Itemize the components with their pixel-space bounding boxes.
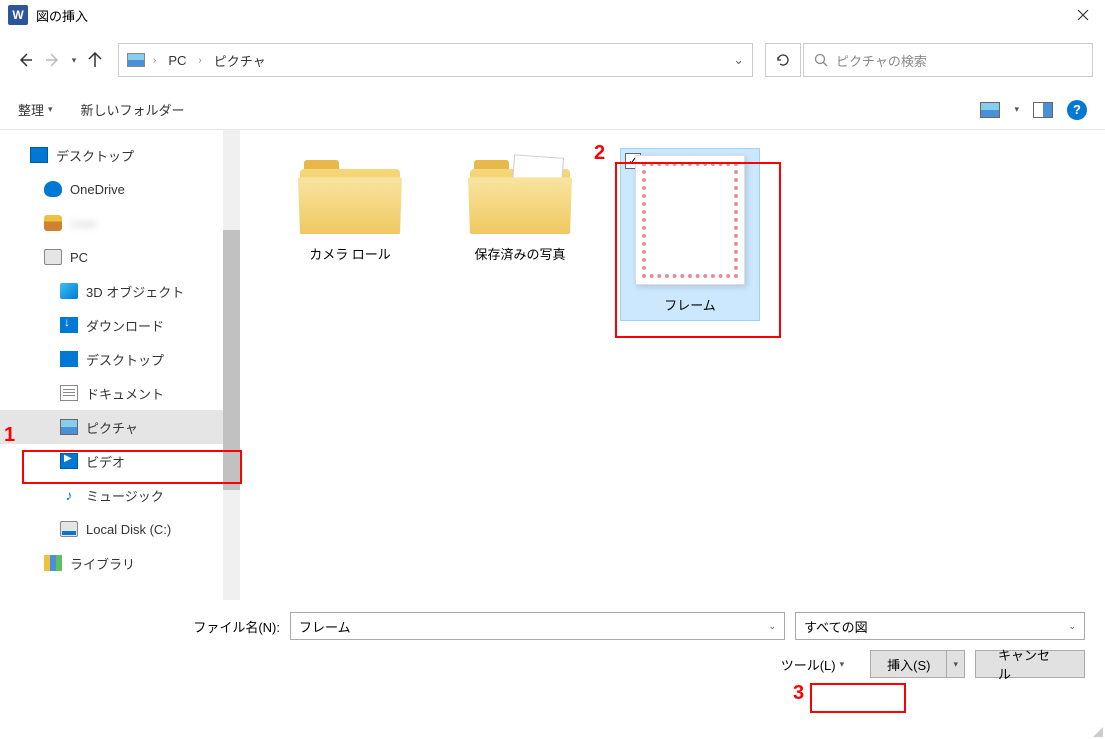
address-dropdown[interactable]: ⌄ — [733, 52, 744, 68]
preview-pane-toggle[interactable] — [1033, 102, 1053, 118]
file-type-filter[interactable]: すべての図 ⌄ — [795, 612, 1085, 640]
filename-input[interactable]: フレーム ⌄ — [290, 612, 785, 640]
view-mode-dropdown[interactable]: ▾ — [1014, 104, 1019, 115]
cancel-button[interactable]: キャンセル — [975, 650, 1085, 678]
word-icon: W — [8, 5, 28, 25]
arrow-left-icon — [17, 52, 33, 68]
breadcrumb-pc[interactable]: PC — [164, 51, 190, 70]
pictures-location-icon — [127, 53, 145, 67]
sidebar-item-desktop2[interactable]: デスクトップ — [0, 342, 240, 376]
sidebar-item-documents[interactable]: ドキュメント — [0, 376, 240, 410]
sidebar-item-onedrive[interactable]: OneDrive — [0, 172, 240, 206]
bottom-bar: ファイル名(N): フレーム ⌄ すべての図 ⌄ ツール(L) ▾ 挿入(S) … — [0, 600, 1105, 692]
insert-button[interactable]: 挿入(S) — [870, 650, 947, 678]
navbar: ▾ › PC › ピクチャ ⌄ ピクチャの検索 — [0, 38, 1105, 82]
titlebar: W 図の挿入 — [0, 0, 1105, 30]
sidebar-item-user[interactable]: User — [0, 206, 240, 240]
sidebar-item-pc[interactable]: PC — [0, 240, 240, 274]
filename-dropdown-icon[interactable]: ⌄ — [768, 621, 776, 632]
filename-label: ファイル名(N): — [20, 617, 280, 636]
sidebar-item-videos[interactable]: ビデオ — [0, 444, 240, 478]
annotation-3: 3 — [793, 682, 804, 705]
sidebar-item-localdisk[interactable]: Local Disk (C:) — [0, 512, 240, 546]
scrollbar-thumb[interactable] — [223, 230, 240, 490]
tools-menu[interactable]: ツール(L) ▾ — [781, 655, 844, 674]
dialog-title: 図の挿入 — [36, 6, 1060, 25]
file-label: フレーム — [664, 295, 716, 314]
file-label: 保存済みの写真 — [474, 244, 565, 263]
arrow-right-icon — [45, 52, 61, 68]
refresh-button[interactable] — [765, 43, 801, 77]
toolbar: 整理 ▾ 新しいフォルダー ▾ ? — [0, 90, 1105, 130]
resize-grip[interactable] — [1091, 725, 1103, 737]
breadcrumb-sep: › — [153, 55, 156, 66]
sidebar-item-music[interactable]: ミュージック — [0, 478, 240, 512]
annotation-2: 2 — [594, 142, 605, 165]
refresh-icon — [775, 52, 791, 68]
file-list[interactable]: カメラ ロール 保存済みの写真 フレーム — [240, 130, 1105, 600]
file-frame[interactable]: フレーム — [620, 148, 760, 321]
insert-split-button: 挿入(S) ▾ — [870, 650, 965, 678]
sidebar-tree[interactable]: デスクトップ OneDrive User PC 3D オブジェクト ダウンロード… — [0, 130, 240, 600]
close-icon — [1077, 9, 1089, 21]
search-placeholder: ピクチャの検索 — [836, 51, 927, 70]
sidebar-item-3dobjects[interactable]: 3D オブジェクト — [0, 274, 240, 308]
address-bar[interactable]: › PC › ピクチャ ⌄ — [118, 43, 753, 77]
folder-saved-pictures[interactable]: 保存済みの写真 — [450, 148, 590, 269]
frame-thumbnail — [635, 155, 745, 285]
insert-dropdown-button[interactable]: ▾ — [947, 650, 965, 678]
breadcrumb-sep: › — [198, 55, 201, 66]
sidebar-item-desktop[interactable]: デスクトップ — [0, 138, 240, 172]
breadcrumb-pictures[interactable]: ピクチャ — [210, 49, 270, 72]
help-button[interactable]: ? — [1067, 100, 1087, 120]
organize-menu[interactable]: 整理 ▾ — [18, 100, 53, 119]
nav-history-dropdown[interactable]: ▾ — [68, 55, 80, 66]
folder-camera-roll[interactable]: カメラ ロール — [280, 148, 420, 269]
close-button[interactable] — [1060, 0, 1105, 30]
new-folder-button[interactable]: 新しいフォルダー — [81, 100, 185, 119]
nav-back-button[interactable] — [12, 47, 38, 73]
nav-up-button[interactable] — [82, 47, 108, 73]
file-label: カメラ ロール — [309, 244, 391, 263]
search-input[interactable]: ピクチャの検索 — [803, 43, 1093, 77]
view-mode-icon[interactable] — [980, 102, 1000, 118]
folder-icon — [300, 154, 400, 234]
filter-dropdown-icon: ⌄ — [1068, 621, 1076, 632]
annotation-1: 1 — [4, 424, 15, 447]
sidebar-item-pictures[interactable]: ピクチャ — [0, 410, 240, 444]
filename-value: フレーム — [299, 617, 351, 636]
main-area: デスクトップ OneDrive User PC 3D オブジェクト ダウンロード… — [0, 130, 1105, 600]
arrow-up-icon — [87, 52, 103, 68]
nav-forward-button[interactable] — [40, 47, 66, 73]
folder-icon — [470, 154, 570, 234]
sidebar-item-downloads[interactable]: ダウンロード — [0, 308, 240, 342]
sidebar-item-library[interactable]: ライブラリ — [0, 546, 240, 580]
search-icon — [814, 53, 828, 67]
